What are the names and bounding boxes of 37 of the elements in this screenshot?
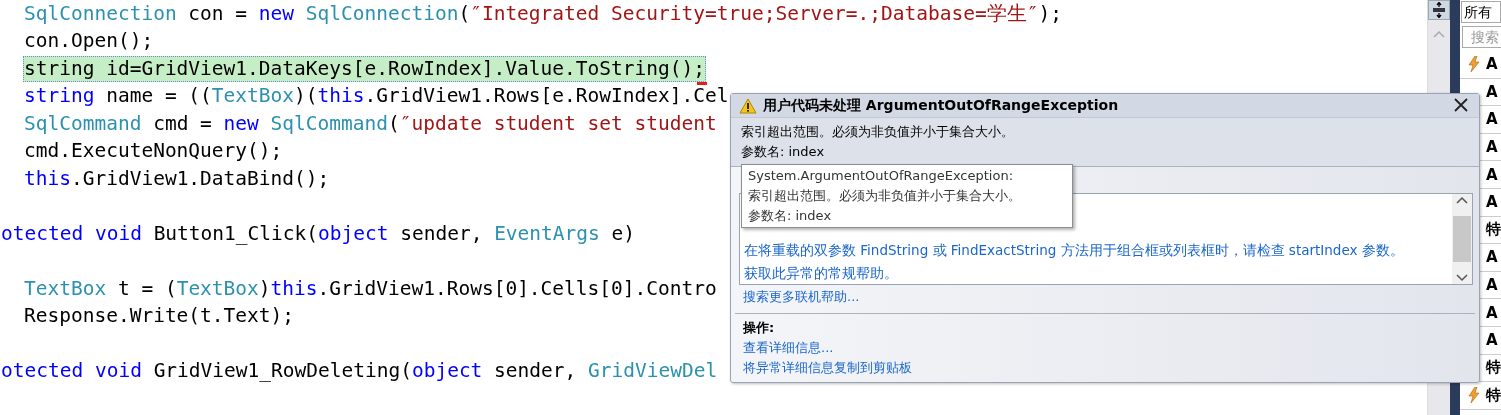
code-line: string name = ((TextBox)(this.GridView1.Rows[e.RowIndex].Cel [23,83,730,110]
tooltip-text: 索引超出范围。必须为非负值并小于集合大小。 [748,187,1022,205]
code-line: SqlConnection con = new SqlConnection(″Integrated Security=true;Server=.;Database=学生″); [23,0,1063,27]
dialog-title: 用户代码未处理 ArgumentOutOfRangeException [763,96,1120,115]
code-line: TextBox t = (TextBox)this.GridView1.Rows[0].Cells[0].Contro [23,275,718,302]
help-link[interactable]: 搜索更多联机帮助... [743,289,860,305]
list-item[interactable]: A [1460,133,1501,162]
actions-heading: 操作: [743,319,776,337]
action-link[interactable]: 查看详细信息... [743,338,834,358]
error-message: 索引超出范围。必须为非负值并小于集合大小。 [741,123,1015,142]
code-line: con.Open(); [23,28,155,55]
list-item[interactable]: A [1460,78,1501,107]
tip-link[interactable]: 获取此异常的常规帮助。 [744,261,898,285]
list-item[interactable]: 特 [1460,382,1501,410]
list-item[interactable]: A [1460,188,1501,217]
list-item[interactable]: A [1460,299,1501,327]
code-line: otected void Button1_Click(object sender, EventArgs e) [0,220,637,247]
list-item[interactable]: A [1460,271,1501,300]
code-line: cmd.ExecuteNonQuery(); [23,138,284,165]
code-line: SqlCommand cmd = new SqlCommand(″update student set student [23,110,718,137]
list-item[interactable]: A [1460,106,1501,134]
search-field[interactable]: 搜索 [1462,26,1501,48]
list-item[interactable]: A [1460,326,1501,355]
code-line: this.GridView1.DataBind(); [23,165,331,192]
parameter-name: 参数名: index [741,143,826,162]
list-item[interactable]: 特 [1460,216,1501,245]
tooltip-text: System.ArgumentOutOfRangeException: [748,167,1015,185]
list-item[interactable]: A [1460,161,1501,189]
tip-link[interactable]: 在将重载的双参数 FindString 或 FindExactString 方法用于组合框或列表框时，请检查 startIndex 参数。 [744,239,1404,262]
list-item[interactable]: A [1460,51,1501,79]
action-link[interactable]: 将异常详细信息复制到剪贴板 [743,358,912,378]
list-item[interactable]: 特 [1460,354,1501,383]
code-line: otected void GridView1_RowDeleting(object sender, GridViewDel [0,358,719,385]
code-line: Response.Write(t.Text); [23,303,296,330]
list-item[interactable]: A [1460,244,1501,272]
tooltip-text: 参数名: index [748,207,833,225]
filter-dropdown[interactable]: 所有 [1461,1,1501,23]
